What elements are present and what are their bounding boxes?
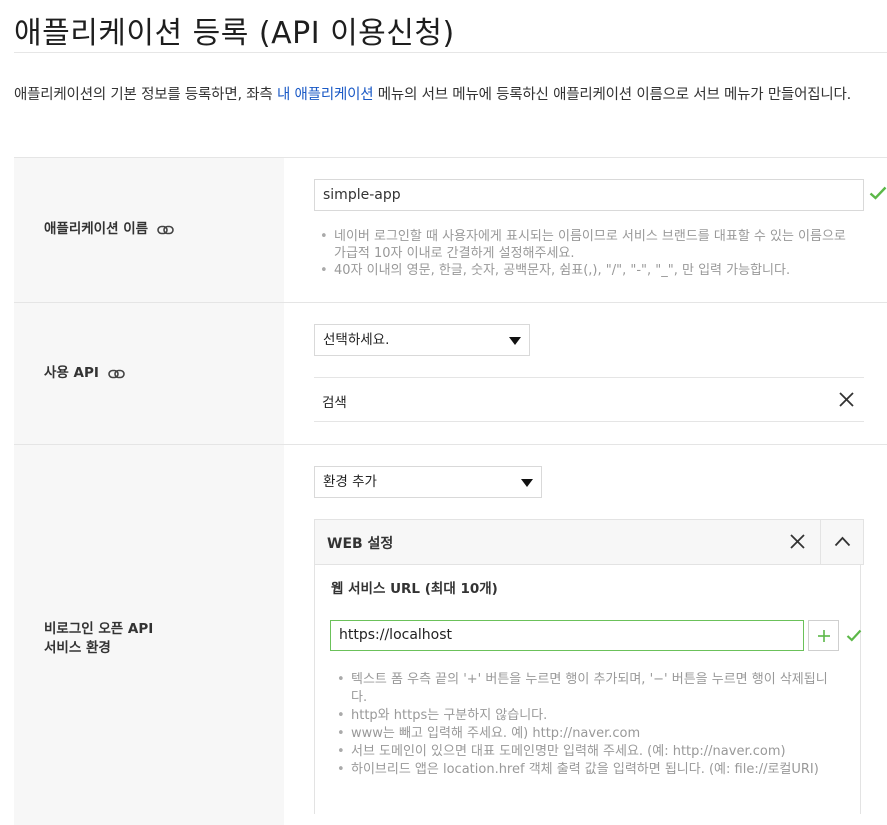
header-divider	[820, 520, 821, 564]
link-icon[interactable]	[107, 368, 125, 380]
env-label: 비로그인 오픈 API 서비스 환경	[44, 620, 153, 658]
env-add-select-value: 환경 추가	[323, 474, 377, 490]
checkmark-icon	[846, 629, 862, 642]
intro-text-after: 메뉴의 서브 메뉴에 등록하신 애플리케이션 이름으로 서브 메뉴가 만들어집니…	[373, 87, 852, 103]
web-url-hints: 텍스트 폼 우측 끝의 '+' 버튼을 누르면 행이 추가되며, '−' 버튼을…	[331, 671, 841, 779]
my-applications-link[interactable]: 내 애플리케이션	[277, 87, 374, 103]
close-icon[interactable]	[789, 533, 806, 550]
hint-item: www는 빼고 입력해 주세요. 예) http://naver.com	[331, 725, 841, 743]
hint-item: 서브 도메인이 있으면 대표 도메인명만 입력해 주세요. (예: http:/…	[331, 743, 841, 761]
web-url-input[interactable]: https://localhost	[330, 620, 804, 651]
env-label-line1: 비로그인 오픈 API	[44, 621, 154, 637]
app-name-label-text: 애플리케이션 이름	[44, 221, 149, 237]
web-url-label: 웹 서비스 URL (최대 10개)	[331, 581, 498, 597]
dropdown-arrow-icon	[521, 479, 533, 487]
api-select-value: 선택하세요.	[323, 332, 390, 348]
api-label-text: 사용 API	[44, 365, 99, 381]
web-settings-header: WEB 설정	[314, 519, 864, 565]
env-label-line2: 서비스 환경	[44, 640, 111, 656]
api-label-cell: 사용 API	[14, 303, 284, 445]
close-icon[interactable]	[838, 391, 855, 408]
checkmark-icon	[869, 186, 887, 200]
web-url-value: https://localhost	[339, 627, 453, 643]
intro-text: 애플리케이션의 기본 정보를 등록하면, 좌측 내 애플리케이션 메뉴의 서브 …	[14, 82, 887, 109]
app-name-input[interactable]: simple-app	[314, 179, 864, 211]
link-icon[interactable]	[156, 224, 174, 236]
chevron-up-icon[interactable]	[834, 536, 851, 547]
hint-item: 하이브리드 앱은 location.href 객체 출력 값을 입력하면 됩니다…	[331, 761, 841, 779]
app-name-hints: 네이버 로그인할 때 사용자에게 표시되는 이름이므로 서비스 브랜드를 대표할…	[314, 228, 859, 279]
title-divider	[14, 52, 887, 53]
plus-icon	[818, 630, 830, 642]
app-name-value: simple-app	[323, 187, 401, 203]
hint-item: http와 https는 구분하지 않습니다.	[331, 707, 841, 725]
app-name-label: 애플리케이션 이름	[44, 220, 174, 239]
hint-item: 40자 이내의 영문, 한글, 숫자, 공백문자, 쉼표(,), "/", "-…	[314, 262, 859, 279]
dropdown-arrow-icon	[509, 337, 521, 345]
add-url-button[interactable]	[808, 620, 839, 651]
env-add-select[interactable]: 환경 추가	[314, 466, 542, 498]
app-name-label-cell: 애플리케이션 이름	[14, 158, 284, 303]
env-label-cell: 비로그인 오픈 API 서비스 환경	[14, 445, 284, 825]
hint-item: 텍스트 폼 우측 끝의 '+' 버튼을 누르면 행이 추가되며, '−' 버튼을…	[331, 671, 841, 707]
hint-item: 네이버 로그인할 때 사용자에게 표시되는 이름이므로 서비스 브랜드를 대표할…	[314, 228, 859, 262]
api-select[interactable]: 선택하세요.	[314, 324, 530, 356]
intro-text-before: 애플리케이션의 기본 정보를 등록하면, 좌측	[14, 87, 277, 103]
api-label: 사용 API	[44, 364, 125, 383]
page-title: 애플리케이션 등록 (API 이용신청)	[14, 16, 455, 51]
web-settings-title: WEB 설정	[327, 536, 394, 552]
selected-api-item: 검색	[314, 377, 864, 422]
selected-api-label: 검색	[322, 395, 347, 411]
